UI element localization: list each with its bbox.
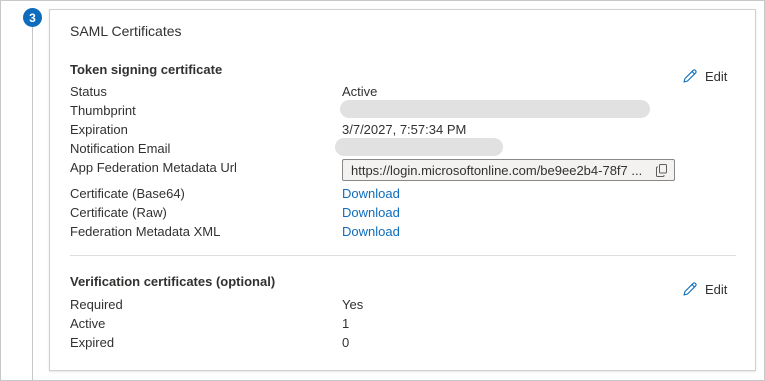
metadata-url-text: https://login.microsoftonline.com/be9ee2… xyxy=(351,162,643,178)
federation-metadata-xml-download-link[interactable]: Download xyxy=(342,224,400,239)
verification-heading: Verification certificates (optional) xyxy=(70,274,276,289)
active-label: Active xyxy=(70,316,106,331)
saml-certificates-card: SAML Certificates Token signing certific… xyxy=(49,9,756,371)
required-label: Required xyxy=(70,297,123,312)
certificate-raw-label: Certificate (Raw) xyxy=(70,205,167,220)
step-connector-line xyxy=(32,27,33,381)
expiration-value: 3/7/2027, 7:57:34 PM xyxy=(342,122,467,137)
section-divider xyxy=(70,255,736,256)
notification-email-redacted-value xyxy=(335,138,503,156)
token-signing-edit-button[interactable]: Edit xyxy=(682,68,727,84)
metadata-url-label: App Federation Metadata Url xyxy=(70,160,237,175)
status-value: Active xyxy=(342,84,378,99)
token-signing-heading: Token signing certificate xyxy=(70,62,223,77)
certificate-base64-download-link[interactable]: Download xyxy=(342,186,400,201)
certificate-raw-download-link[interactable]: Download xyxy=(342,205,400,220)
thumbprint-redacted-value xyxy=(340,100,650,118)
pencil-icon xyxy=(683,282,697,296)
active-value: 1 xyxy=(342,316,350,331)
notification-email-label: Notification Email xyxy=(70,141,171,156)
metadata-url-field[interactable]: https://login.microsoftonline.com/be9ee2… xyxy=(342,159,675,181)
expired-value: 0 xyxy=(342,335,350,350)
edit-label: Edit xyxy=(705,281,728,297)
status-label: Status xyxy=(70,84,107,99)
federation-metadata-xml-label: Federation Metadata XML xyxy=(70,224,221,239)
copy-icon[interactable] xyxy=(652,160,672,180)
edit-label: Edit xyxy=(705,68,728,84)
required-value: Yes xyxy=(342,297,364,312)
pencil-icon xyxy=(683,69,697,83)
certificate-base64-label: Certificate (Base64) xyxy=(70,186,185,201)
expired-label: Expired xyxy=(70,335,115,350)
thumbprint-label: Thumbprint xyxy=(70,103,136,118)
card-title: SAML Certificates xyxy=(70,23,182,39)
step-number-badge: 3 xyxy=(23,8,42,27)
verification-edit-button[interactable]: Edit xyxy=(682,281,727,297)
expiration-label: Expiration xyxy=(70,122,128,137)
